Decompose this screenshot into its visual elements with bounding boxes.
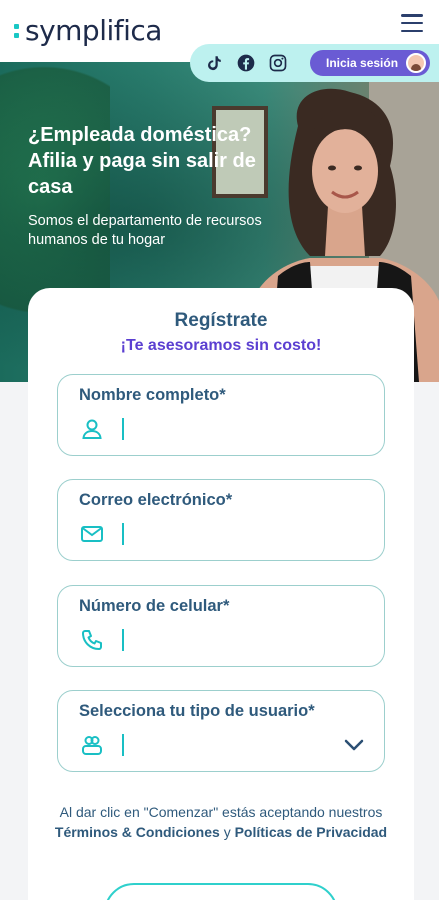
instagram-icon[interactable] [266, 51, 290, 75]
full-name-field[interactable]: Nombre completo* [57, 374, 385, 456]
hamburger-menu-icon[interactable] [401, 14, 423, 32]
text-cursor [122, 734, 124, 756]
start-button[interactable] [104, 883, 338, 900]
field-label: Número de celular* [79, 597, 230, 615]
chevron-down-icon[interactable] [344, 739, 364, 751]
hero-subtitle: Somos el departamento de recursos humano… [28, 213, 262, 248]
logo[interactable]: symplifica [14, 14, 162, 47]
form-title: Regístrate [174, 310, 268, 331]
user-type-select[interactable]: Selecciona tu tipo de usuario* [57, 690, 385, 772]
text-cursor [122, 629, 124, 651]
terms-link[interactable]: Términos & Condiciones [55, 824, 220, 840]
mail-icon [81, 526, 103, 542]
field-label: Nombre completo* [79, 386, 226, 404]
field-label: Selecciona tu tipo de usuario* [79, 702, 315, 720]
form-subtitle: ¡Te asesoramos sin costo! [120, 337, 322, 354]
terms-text: Al dar clic en "Comenzar" estás aceptand… [48, 802, 394, 842]
facebook-icon[interactable] [234, 51, 258, 75]
terms-prefix: Al dar clic en "Comenzar" estás aceptand… [59, 804, 383, 820]
register-card: Regístrate ¡Te asesoramos sin costo! Nom… [28, 288, 414, 900]
tiktok-icon[interactable] [202, 51, 226, 75]
login-label: Inicia sesión [326, 56, 399, 70]
users-icon [82, 736, 102, 755]
text-cursor [122, 418, 124, 440]
user-icon [82, 419, 102, 439]
field-label: Correo electrónico* [79, 491, 233, 509]
phone-icon [82, 630, 102, 650]
email-field[interactable]: Correo electrónico* [57, 479, 385, 561]
phone-field[interactable]: Número de celular* [57, 585, 385, 667]
terms-and: y [219, 824, 235, 840]
text-cursor [122, 523, 124, 545]
logo-text: symplifica [25, 14, 162, 47]
hero-title: ¿Empleada doméstica? Afilia y paga sin s… [28, 124, 256, 198]
avatar [406, 53, 427, 73]
login-button[interactable]: Inicia sesión [310, 50, 431, 76]
social-bar: Inicia sesión [190, 44, 439, 82]
logo-mark [14, 23, 19, 38]
privacy-link[interactable]: Políticas de Privacidad [235, 824, 388, 840]
